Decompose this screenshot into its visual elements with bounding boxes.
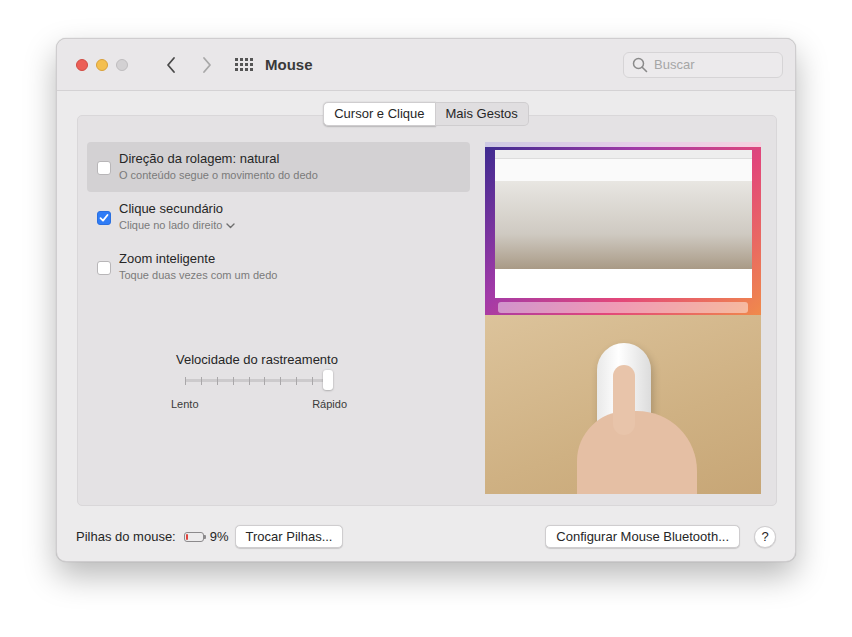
- search-field[interactable]: Buscar: [623, 52, 783, 78]
- slider[interactable]: [185, 373, 333, 395]
- toolbar: Mouse Buscar: [57, 39, 795, 91]
- content: Cursor e CliqueMais Gestos Direção da ro…: [57, 91, 795, 561]
- option-title: Direção da rolagem: natural: [119, 151, 318, 167]
- slider-max-label: Rápido: [312, 398, 347, 410]
- slider-tick: [296, 377, 297, 385]
- zoom-icon[interactable]: [116, 59, 128, 71]
- help-button[interactable]: ?: [754, 526, 776, 548]
- tab[interactable]: Mais Gestos: [436, 102, 529, 126]
- check-icon: [99, 213, 109, 223]
- battery-label: Pilhas do mouse:: [76, 529, 176, 544]
- tab-panel: Direção da rolagem: natural O conteúdo s…: [77, 115, 777, 506]
- forward-icon[interactable]: [201, 56, 213, 74]
- chevron-down-icon: [226, 223, 235, 229]
- slider-tick: [201, 377, 202, 385]
- slider-knob[interactable]: [323, 370, 333, 390]
- tab-bar: Cursor e CliqueMais Gestos: [76, 102, 776, 126]
- battery-reading: 9%: [210, 529, 229, 544]
- desktop: Mouse Buscar Cursor e CliqueMais Gestos …: [0, 0, 852, 637]
- option-subtitle: O conteúdo segue o movimento do dedo: [119, 168, 318, 183]
- tab[interactable]: Cursor e Clique: [323, 102, 435, 126]
- checkbox[interactable]: [97, 261, 111, 275]
- option-subtitle: Toque duas vezes com um dedo: [119, 268, 277, 283]
- search-placeholder: Buscar: [654, 57, 694, 72]
- preview-screen: [485, 142, 761, 315]
- window-controls: [76, 59, 128, 71]
- close-icon[interactable]: [76, 59, 88, 71]
- slider-tick: [185, 377, 186, 385]
- settings-column: Direção da rolagem: natural O conteúdo s…: [87, 142, 470, 505]
- option-row[interactable]: Zoom inteligente Toque duas vezes com um…: [87, 242, 470, 292]
- back-icon[interactable]: [165, 56, 177, 74]
- option-row[interactable]: Clique secundário Clique no lado direito: [87, 192, 470, 242]
- slider-min-label: Lento: [171, 398, 199, 410]
- battery-icon: [184, 532, 204, 542]
- battery-status: Pilhas do mouse: 9% Trocar Pilhas...: [76, 525, 343, 548]
- slider-tick: [217, 377, 218, 385]
- checkbox[interactable]: [97, 211, 111, 225]
- option-title: Clique secundário: [119, 201, 235, 217]
- magnifier-icon: [632, 57, 648, 73]
- replace-batteries-button[interactable]: Trocar Pilhas...: [235, 525, 344, 548]
- preview-browser: [495, 150, 752, 298]
- window-title: Mouse: [265, 56, 313, 73]
- preview-dock: [498, 302, 748, 313]
- checkbox[interactable]: [97, 161, 111, 175]
- slider-tick: [280, 377, 281, 385]
- option-row[interactable]: Direção da rolagem: natural O conteúdo s…: [87, 142, 470, 192]
- preview-photo: [485, 315, 761, 494]
- tracking-speed: Velocidade do rastreamento Lento Rápido: [167, 352, 347, 410]
- slider-tick: [233, 377, 234, 385]
- bottom-bar: Pilhas do mouse: 9% Trocar Pilhas... Con…: [76, 525, 776, 548]
- grid-icon[interactable]: [235, 58, 253, 72]
- slider-tick: [264, 377, 265, 385]
- slider-label: Velocidade do rastreamento: [147, 352, 367, 367]
- option-popup[interactable]: Clique no lado direito: [119, 218, 235, 233]
- slider-tick: [249, 377, 250, 385]
- gesture-preview: [485, 142, 761, 494]
- bluetooth-setup-button[interactable]: Configurar Mouse Bluetooth...: [545, 525, 740, 548]
- slider-tick: [312, 377, 313, 385]
- preferences-window: Mouse Buscar Cursor e CliqueMais Gestos …: [56, 38, 796, 562]
- minimize-icon[interactable]: [96, 59, 108, 71]
- option-title: Zoom inteligente: [119, 251, 277, 267]
